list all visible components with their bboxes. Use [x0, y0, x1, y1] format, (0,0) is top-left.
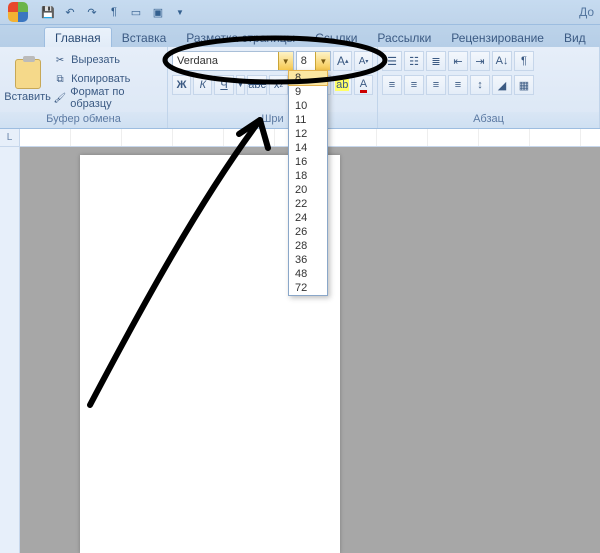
font-size-option[interactable]: 24 — [289, 211, 327, 225]
tab-references[interactable]: Ссылки — [305, 28, 367, 47]
justify-button[interactable]: ≡ — [448, 75, 468, 95]
line-spacing-button[interactable]: ↕ — [470, 75, 490, 95]
font-size-value: 8 — [297, 55, 316, 67]
format-painter-label: Формат по образцу — [70, 86, 163, 110]
office-button[interactable] — [2, 0, 34, 25]
tab-page-layout[interactable]: Разметка страницы — [176, 28, 305, 47]
group-paragraph: ☰ ☷ ≣ ⇤ ⇥ A↓ ¶ ≡ ≡ ≡ ≡ ↕ ◢ ▦ Абзац — [378, 47, 600, 128]
ribbon-tabs: Главная Вставка Разметка страницы Ссылки… — [0, 25, 600, 47]
tab-insert[interactable]: Вставка — [112, 28, 177, 47]
font-name-value: Verdana — [173, 55, 278, 67]
tab-review[interactable]: Рецензирование — [441, 28, 554, 47]
show-marks-button[interactable]: ¶ — [514, 51, 534, 71]
clipboard-icon — [15, 59, 41, 89]
font-color-button[interactable]: A — [354, 75, 373, 95]
quick-access-toolbar: 💾 ↶ ↷ ¶ ▭ ▣ ▼ — [40, 4, 188, 20]
grow-font-button[interactable]: A▴ — [333, 51, 352, 71]
font-size-option[interactable]: 36 — [289, 253, 327, 267]
scissors-icon: ✂ — [53, 53, 67, 67]
strikethrough-button[interactable]: abc — [247, 75, 267, 95]
title-bar: 💾 ↶ ↷ ¶ ▭ ▣ ▼ До — [0, 0, 600, 25]
font-size-option[interactable]: 8 — [288, 70, 328, 86]
qat-extra-icon[interactable]: ▭ — [128, 4, 144, 20]
font-size-option[interactable]: 72 — [289, 281, 327, 295]
font-size-option[interactable]: 26 — [289, 225, 327, 239]
tab-view[interactable]: Вид — [554, 28, 596, 47]
font-size-option[interactable]: 28 — [289, 239, 327, 253]
group-clipboard: Вставить ✂ Вырезать ⧉ Копировать 🖌 Форма… — [0, 47, 168, 128]
numbering-button[interactable]: ☷ — [404, 51, 424, 71]
font-color-icon: A — [360, 78, 367, 93]
increase-indent-button[interactable]: ⇥ — [470, 51, 490, 71]
ruler-corner-icon[interactable]: L — [0, 129, 20, 146]
font-size-option[interactable]: 9 — [289, 85, 327, 99]
tab-home[interactable]: Главная — [44, 27, 112, 47]
highlight-button[interactable]: ab — [333, 75, 352, 95]
paste-button[interactable]: Вставить — [4, 49, 51, 112]
font-name-dropdown-icon[interactable]: ▼ — [278, 52, 293, 70]
office-orb-icon — [8, 2, 28, 22]
subscript-button[interactable]: x2 — [269, 75, 288, 95]
font-size-option[interactable]: 12 — [289, 127, 327, 141]
font-size-option[interactable]: 48 — [289, 267, 327, 281]
font-size-option[interactable]: 10 — [289, 99, 327, 113]
paint-bucket-icon: ◢ — [498, 79, 506, 92]
pilcrow-icon[interactable]: ¶ — [106, 4, 122, 20]
cut-button[interactable]: ✂ Вырезать — [53, 51, 163, 69]
decrease-indent-button[interactable]: ⇤ — [448, 51, 468, 71]
font-name-combo[interactable]: Verdana ▼ — [172, 51, 294, 71]
undo-icon[interactable]: ↶ — [62, 4, 78, 20]
shading-button[interactable]: ◢ — [492, 75, 512, 95]
font-size-option[interactable]: 18 — [289, 169, 327, 183]
qat-customize-icon[interactable]: ▼ — [172, 4, 188, 20]
highlight-icon: ab — [335, 79, 349, 91]
font-size-dropdown-list[interactable]: 891011121416182022242628364872 — [288, 70, 328, 296]
align-right-button[interactable]: ≡ — [426, 75, 446, 95]
group-clipboard-label: Буфер обмена — [0, 112, 167, 128]
copy-label: Копировать — [71, 73, 130, 85]
document-title-fragment: До — [579, 5, 600, 19]
multilevel-list-button[interactable]: ≣ — [426, 51, 446, 71]
bullets-button[interactable]: ☰ — [382, 51, 402, 71]
align-center-button[interactable]: ≡ — [404, 75, 424, 95]
font-size-option[interactable]: 16 — [289, 155, 327, 169]
redo-icon[interactable]: ↷ — [84, 4, 100, 20]
vertical-ruler[interactable] — [0, 147, 20, 553]
sort-button[interactable]: A↓ — [492, 51, 512, 71]
qat-extra2-icon[interactable]: ▣ — [150, 4, 166, 20]
paste-label: Вставить — [4, 91, 51, 103]
underline-button[interactable]: Ч — [214, 75, 233, 95]
copy-icon: ⧉ — [53, 72, 67, 86]
tab-mailings[interactable]: Рассылки — [367, 28, 441, 47]
cut-label: Вырезать — [71, 54, 120, 66]
font-size-combo[interactable]: 8 ▼ — [296, 51, 332, 71]
align-left-button[interactable]: ≡ — [382, 75, 402, 95]
font-size-option[interactable]: 20 — [289, 183, 327, 197]
font-size-option[interactable]: 22 — [289, 197, 327, 211]
shrink-font-button[interactable]: A▾ — [354, 51, 373, 71]
brush-icon: 🖌 — [53, 91, 66, 105]
save-icon[interactable]: 💾 — [40, 4, 56, 20]
underline-menu-icon[interactable]: ▼ — [236, 75, 246, 95]
font-size-option[interactable]: 14 — [289, 141, 327, 155]
italic-button[interactable]: К — [193, 75, 212, 95]
group-paragraph-label: Абзац — [378, 112, 599, 128]
font-size-dropdown-icon[interactable]: ▼ — [315, 52, 330, 70]
borders-button[interactable]: ▦ — [514, 75, 534, 95]
group-font-label: Шри — [168, 112, 377, 128]
font-size-option[interactable]: 11 — [289, 113, 327, 127]
format-painter-button[interactable]: 🖌 Формат по образцу — [53, 89, 163, 107]
bold-button[interactable]: Ж — [172, 75, 191, 95]
group-font: Verdana ▼ 8 ▼ A▴ A▾ Ж К Ч ▼ abc x2 x2 Aa — [168, 47, 378, 128]
